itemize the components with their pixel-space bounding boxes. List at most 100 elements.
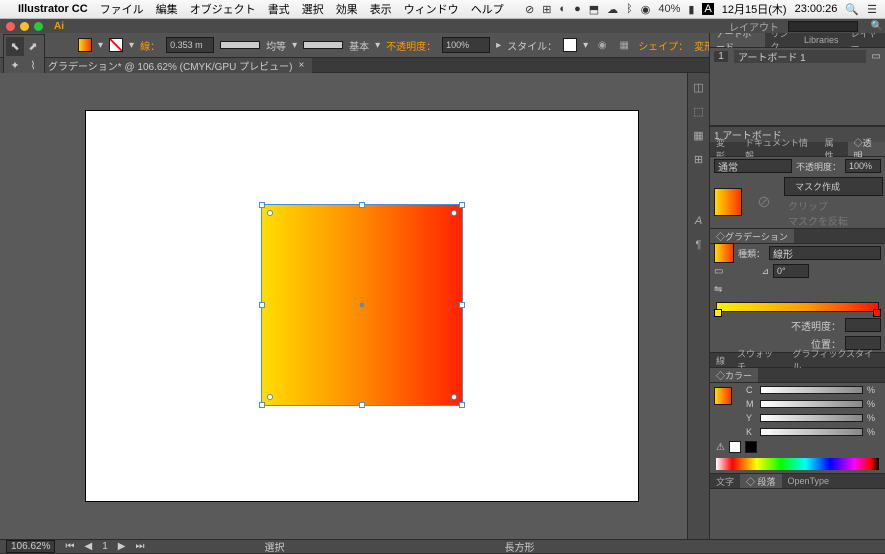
resize-handle[interactable] [359, 402, 365, 408]
stroke-swatch[interactable] [109, 38, 123, 52]
menu-file[interactable]: ファイル [100, 1, 144, 17]
character-panel-icon[interactable]: A [691, 213, 707, 229]
menu-effect[interactable]: 効果 [336, 1, 358, 17]
menu-edit[interactable]: 編集 [156, 1, 178, 17]
tab-opentype[interactable]: OpenType [782, 474, 836, 488]
corner-widget[interactable] [451, 210, 457, 216]
zoom-button[interactable] [34, 22, 43, 31]
notification-icon[interactable]: ☰ [867, 3, 877, 16]
tab-libraries[interactable]: Libraries [798, 33, 845, 47]
nav-last-icon[interactable]: ⏭ [135, 541, 144, 552]
selection-tool-icon[interactable]: ⬉ [6, 37, 24, 56]
artboard-name[interactable]: アートボード 1 [734, 50, 866, 63]
close-tab-icon[interactable]: × [298, 60, 304, 71]
tab-stroke[interactable]: 線 [710, 353, 731, 367]
menu-help[interactable]: ヘルプ [471, 1, 504, 17]
recolor-icon[interactable]: ◉ [594, 37, 610, 53]
gradient-stop[interactable] [714, 309, 722, 317]
stroke-width-input[interactable] [166, 37, 214, 53]
gradient-angle-input[interactable] [773, 264, 809, 278]
dropdown-icon[interactable]: ▾ [292, 40, 297, 51]
tab-graphic-styles[interactable]: グラフィックスタイル [787, 353, 885, 367]
layout-dropdown[interactable] [788, 21, 858, 32]
menu-object[interactable]: オブジェクト [190, 1, 256, 17]
status-icon[interactable]: ⊞ [542, 3, 551, 16]
bluetooth-icon[interactable]: ᛒ [626, 3, 633, 15]
yellow-slider[interactable] [760, 414, 863, 422]
blend-mode-dropdown[interactable]: 通常 [714, 159, 792, 173]
tab-paragraph[interactable]: ◇ 段落 [740, 474, 782, 488]
cc-icon[interactable]: ☁ [607, 3, 618, 16]
black-swatch[interactable] [745, 441, 757, 453]
minimize-button[interactable] [20, 22, 29, 31]
resize-handle[interactable] [259, 402, 265, 408]
status-icon[interactable]: ◐ [559, 3, 566, 15]
nav-first-icon[interactable]: ⏮ [65, 541, 74, 552]
brush-preview[interactable] [303, 41, 343, 49]
tab-artboards[interactable]: アートボード [710, 33, 765, 47]
document-tab[interactable]: イラレ グラデーション* @ 106.62% (CMYK/GPU プレビュー)× [0, 58, 312, 73]
resize-handle[interactable] [259, 202, 265, 208]
align-icon[interactable]: ▦ [616, 37, 632, 53]
resize-handle[interactable] [459, 302, 465, 308]
stroke-profile[interactable] [220, 41, 260, 49]
corner-widget[interactable] [451, 394, 457, 400]
dropdown-icon[interactable]: ▾ [583, 40, 588, 51]
dock-icon[interactable]: ⊞ [691, 151, 707, 167]
opacity-label[interactable]: 不透明度： [386, 38, 436, 53]
tab-swatches[interactable]: スウォッチ [731, 353, 786, 367]
status-icon[interactable]: ⊘ [525, 3, 534, 16]
menubar-date[interactable]: 12月15日(木) [722, 1, 787, 17]
zoom-level[interactable]: 106.62% [6, 540, 55, 553]
color-spectrum[interactable] [716, 458, 879, 470]
menu-window[interactable]: ウィンドウ [404, 1, 459, 17]
wifi-icon[interactable]: ◉ [641, 3, 651, 16]
nav-next-icon[interactable]: ▶ [118, 541, 126, 552]
menu-select[interactable]: 選択 [302, 1, 324, 17]
dropdown-icon[interactable]: ▾ [129, 40, 134, 51]
gradient-stroke-icon[interactable]: ▭ [714, 266, 723, 277]
artboard-row[interactable]: 1 アートボード 1 ▭ [710, 48, 885, 64]
app-menu[interactable]: Illustrator CC [18, 3, 88, 15]
resize-handle[interactable] [459, 202, 465, 208]
tab-links[interactable]: リンク [765, 33, 799, 47]
center-point[interactable] [360, 303, 364, 307]
gradient-stop[interactable] [873, 309, 881, 317]
menubar-time[interactable]: 23:00:26 [795, 3, 838, 15]
tab-color[interactable]: ◇カラー [710, 368, 758, 382]
color-fill-thumb[interactable] [714, 387, 732, 405]
spotlight-icon[interactable]: 🔍 [845, 3, 859, 16]
cyan-slider[interactable] [760, 386, 863, 394]
gradient-type-dropdown[interactable]: 線形 [769, 246, 881, 260]
shape-link[interactable]: シェイプ： [638, 38, 688, 53]
menu-type[interactable]: 書式 [268, 1, 290, 17]
artboard-options-icon[interactable]: ▭ [872, 51, 881, 62]
white-swatch[interactable] [729, 441, 741, 453]
magenta-slider[interactable] [760, 400, 863, 408]
nav-prev-icon[interactable]: ◀ [84, 541, 92, 552]
close-button[interactable] [6, 22, 15, 31]
dock-icon[interactable]: ▦ [691, 127, 707, 143]
dock-icon[interactable]: ◫ [691, 79, 707, 95]
resize-handle[interactable] [259, 302, 265, 308]
canvas[interactable] [0, 73, 709, 539]
line-icon[interactable]: ● [574, 3, 581, 15]
tab-layers[interactable]: レイヤー [845, 33, 885, 47]
tab-gradient[interactable]: ◇グラデーション [710, 229, 794, 243]
tab-transparency[interactable]: ◇透明 [848, 142, 885, 156]
opacity-input[interactable] [442, 37, 490, 53]
menu-view[interactable]: 表示 [370, 1, 392, 17]
dock-icon[interactable]: ⬚ [691, 103, 707, 119]
ime-icon[interactable]: A [702, 3, 713, 15]
dropdown-icon[interactable]: ▾ [375, 40, 380, 51]
corner-widget[interactable] [267, 210, 273, 216]
tab-attributes[interactable]: 属性 [819, 142, 848, 156]
stop-opacity-input[interactable] [845, 318, 881, 332]
gradient-ramp[interactable] [716, 302, 879, 312]
search-icon[interactable]: 🔍 [869, 20, 885, 32]
stroke-label[interactable]: 線： [140, 38, 160, 53]
fill-swatch[interactable] [78, 38, 92, 52]
corner-widget[interactable] [267, 394, 273, 400]
dropdown-icon[interactable]: ▸ [496, 40, 501, 51]
tab-character[interactable]: 文字 [710, 474, 740, 488]
